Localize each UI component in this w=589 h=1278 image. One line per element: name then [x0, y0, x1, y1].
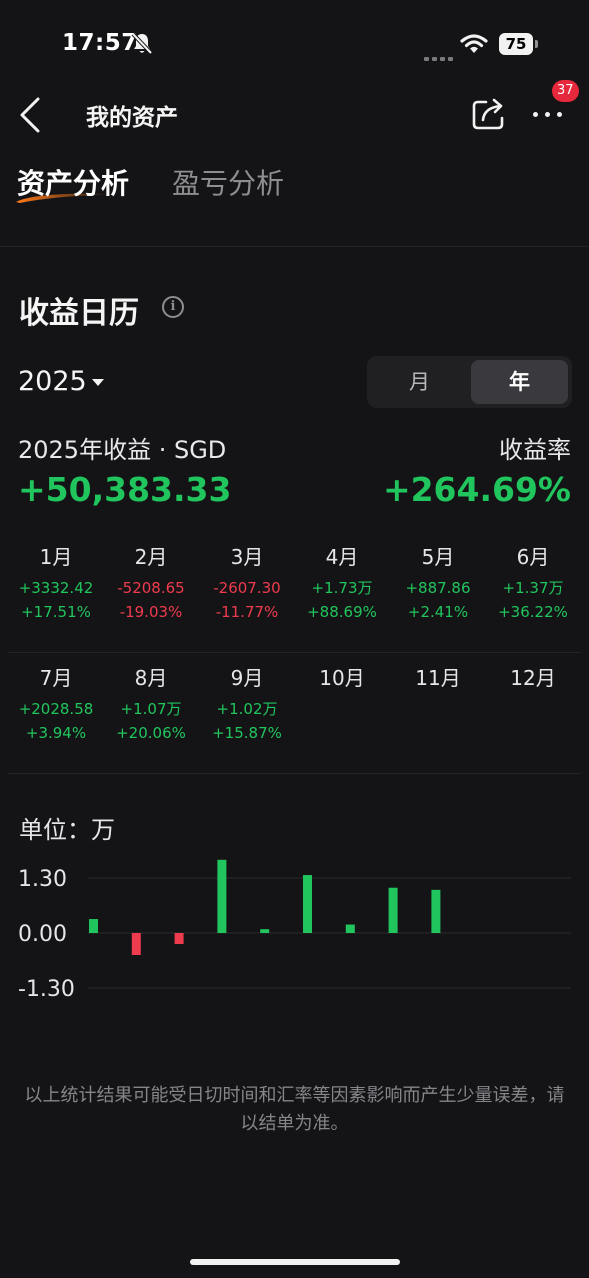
month-rate [390, 721, 486, 745]
period-toggle: 月 年 [367, 356, 572, 408]
month-profit: +887.86 [405, 579, 471, 597]
month-name: 1月 [39, 545, 73, 569]
month-name: 3月 [230, 545, 264, 569]
share-icon[interactable] [470, 94, 508, 132]
more-icon[interactable] [530, 98, 566, 128]
annual-profit-label: 2025年收益 · SGD [18, 436, 227, 464]
return-rate-value: +264.69% [382, 470, 571, 509]
chart-bar-6月[interactable] [303, 875, 312, 933]
month-cell-apr[interactable]: 4月 +1.73万 +88.69% [294, 542, 390, 624]
month-cell-mar[interactable]: 3月 -2607.30 -11.77% [199, 542, 295, 624]
month-rate: +2.41% [407, 603, 469, 621]
chart-bar-4月[interactable] [217, 859, 227, 933]
month-grid: 1月 +3332.42 +17.51% 2月 -5208.65 -19.03% … [8, 532, 581, 774]
month-cell-feb[interactable]: 2月 -5208.65 -19.03% [103, 542, 199, 624]
month-name: 8月 [134, 666, 168, 690]
cellular-signal-icon [424, 46, 456, 65]
home-indicator[interactable] [190, 1259, 400, 1265]
month-cell-jun[interactable]: 6月 +1.37万 +36.22% [485, 542, 581, 624]
month-name: 12月 [510, 666, 556, 690]
monthly-profit-chart: 1.30 0.00 -1.30 [18, 859, 571, 1002]
month-row: 1月 +3332.42 +17.51% 2月 -5208.65 -19.03% … [8, 532, 581, 653]
chart-bar-2月[interactable] [131, 933, 141, 955]
chart-bar-7月[interactable] [345, 924, 355, 933]
month-name: 7月 [39, 666, 73, 690]
month-profit: +1.37万 [502, 579, 564, 597]
nav-bar: 我的资产 [0, 88, 589, 144]
battery-icon: 75 [499, 33, 533, 55]
month-profit [390, 697, 486, 721]
back-arrow-icon[interactable] [16, 95, 46, 135]
month-profit [485, 697, 581, 721]
month-profit: +3332.42 [18, 579, 94, 597]
page-title: 我的资产 [86, 105, 178, 131]
month-profit: -5208.65 [117, 579, 185, 597]
toggle-year-button[interactable]: 年 [471, 360, 568, 404]
analysis-tabs: 资产分析 盈亏分析 [0, 160, 589, 220]
month-rate: +88.69% [307, 603, 377, 621]
annual-profit-value: +50,383.33 [18, 470, 232, 509]
month-name: 9月 [230, 666, 264, 690]
notification-badge: 37 [552, 80, 579, 102]
month-rate: +17.51% [21, 603, 91, 621]
month-cell-oct[interactable]: 10月 [294, 663, 390, 745]
divider [0, 246, 589, 247]
month-rate: -11.77% [215, 603, 279, 621]
chart-bar-8月[interactable] [388, 887, 398, 933]
chart-unit-label: 单位：万 [19, 816, 115, 844]
month-rate [485, 721, 581, 745]
caret-down-icon[interactable] [92, 379, 104, 386]
month-profit [294, 697, 390, 721]
disclaimer-text: 以上统计结果可能受日切时间和汇率等因素影响而产生少量误差，请以结单为准。 [24, 1085, 565, 1134]
status-time: 17:57 [62, 30, 138, 56]
month-cell-aug[interactable]: 8月 +1.07万 +20.06% [103, 663, 199, 745]
month-profit: +1.02万 [216, 700, 278, 718]
y-tick-label: 0.00 [18, 922, 67, 947]
month-rate: -19.03% [119, 603, 183, 621]
month-rate [294, 721, 390, 745]
month-name: 5月 [421, 545, 455, 569]
battery-tip [535, 40, 538, 48]
chart-bar-9月[interactable] [431, 889, 441, 933]
month-cell-nov[interactable]: 11月 [390, 663, 486, 745]
month-name: 2月 [134, 545, 168, 569]
y-tick-label: -1.30 [18, 977, 75, 1002]
wifi-icon [460, 34, 488, 53]
tab-asset-analysis[interactable]: 资产分析 [17, 162, 129, 202]
month-cell-may[interactable]: 5月 +887.86 +2.41% [390, 542, 486, 624]
month-rate: +15.87% [212, 724, 282, 742]
month-name: 10月 [319, 666, 365, 690]
month-profit: +1.73万 [311, 579, 373, 597]
section-title: 收益日历 [19, 296, 139, 331]
month-name: 6月 [516, 545, 550, 569]
y-tick-label: 1.30 [18, 867, 67, 892]
month-rate: +3.94% [25, 724, 87, 742]
month-cell-sep[interactable]: 9月 +1.02万 +15.87% [199, 663, 295, 745]
month-profit: +1.07万 [120, 700, 182, 718]
return-rate-label: 收益率 [499, 436, 571, 464]
month-name: 11月 [415, 666, 461, 690]
month-rate: +36.22% [498, 603, 568, 621]
chart-bar-3月[interactable] [174, 933, 184, 944]
info-icon[interactable]: i [162, 296, 184, 318]
month-rate: +20.06% [116, 724, 186, 742]
status-bar: 17:57 75 [0, 0, 589, 88]
chart-bar-1月[interactable] [89, 919, 98, 933]
tab-profit-loss-analysis[interactable]: 盈亏分析 [172, 162, 284, 202]
month-row: 7月 +2028.58 +3.94% 8月 +1.07万 +20.06% 9月 … [8, 653, 581, 774]
month-profit: +2028.58 [18, 700, 94, 718]
toggle-month-button[interactable]: 月 [371, 360, 468, 404]
bell-muted-icon [131, 32, 153, 55]
year-dropdown[interactable]: 2025 [18, 366, 87, 397]
month-cell-dec[interactable]: 12月 [485, 663, 581, 745]
month-cell-jul[interactable]: 7月 +2028.58 +3.94% [8, 663, 104, 745]
chart-bar-5月[interactable] [260, 929, 270, 933]
month-profit: -2607.30 [213, 579, 281, 597]
month-cell-jan[interactable]: 1月 +3332.42 +17.51% [8, 542, 104, 624]
month-name: 4月 [325, 545, 359, 569]
